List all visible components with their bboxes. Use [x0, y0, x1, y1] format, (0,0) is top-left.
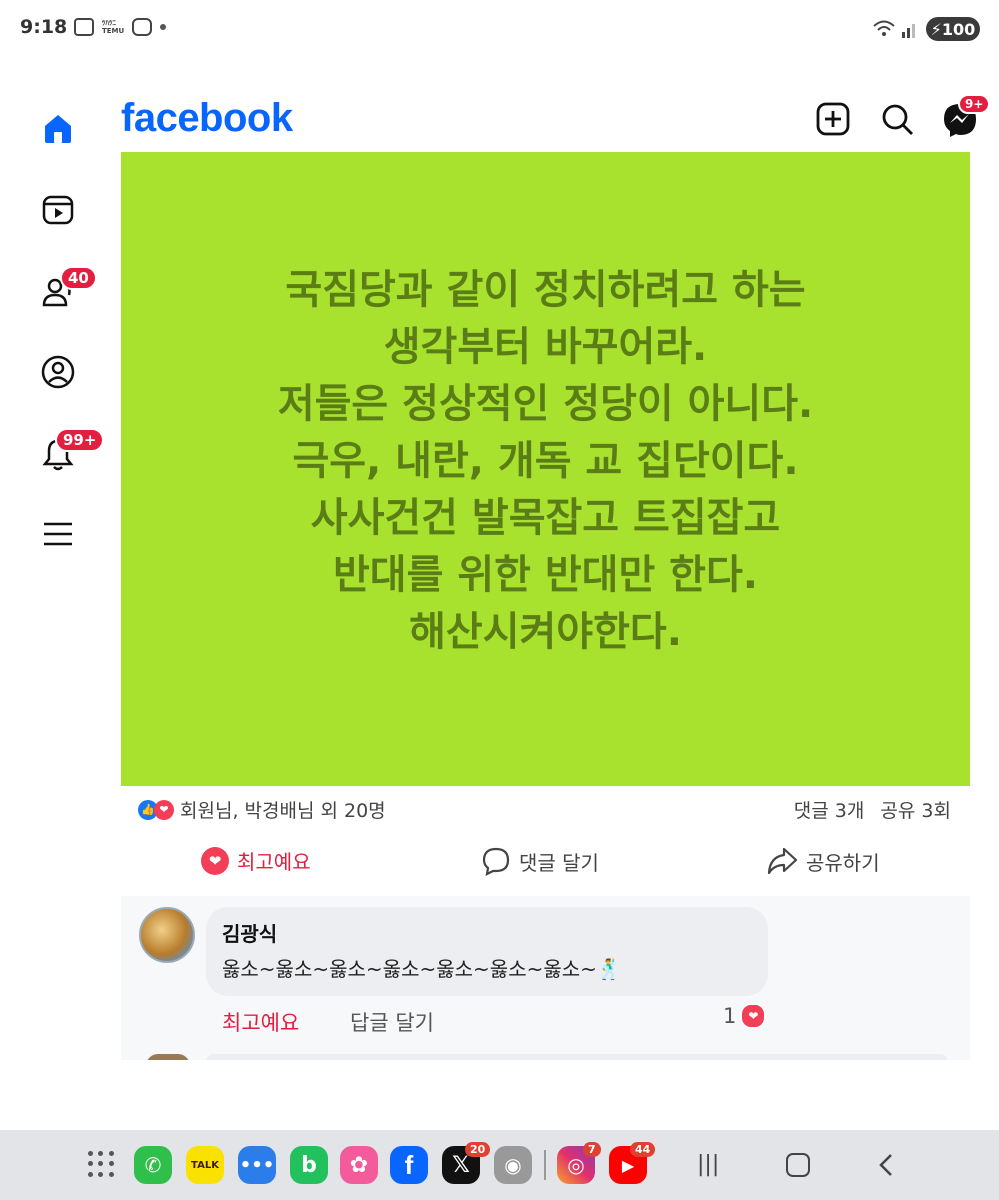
facebook-app-icon[interactable]: f	[390, 1146, 428, 1184]
facebook-logo[interactable]: facebook	[121, 96, 293, 141]
gallery-app-icon[interactable]: ✿	[340, 1146, 378, 1184]
status-notification-icons: ﾂﾊﾂﾆ TEMU	[74, 18, 167, 36]
share-button[interactable]: 공유하기	[766, 846, 880, 876]
apps-grid-icon[interactable]	[88, 1151, 116, 1179]
reactions-summary[interactable]: 👍 ❤ 회원님, 박경배님 외 20명	[138, 796, 386, 823]
nav-profile[interactable]	[38, 352, 78, 392]
friends-badge: 40	[60, 266, 97, 290]
love-icon: ❤	[201, 846, 229, 875]
notifications-badge: 99+	[55, 428, 105, 452]
love-button[interactable]: ❤ 최고예요	[201, 846, 311, 875]
shares-count[interactable]: 공유 3회	[880, 800, 951, 822]
recents-button[interactable]: |||	[697, 1152, 719, 1177]
home-button[interactable]	[786, 1153, 810, 1177]
more-notifications-dot	[160, 24, 167, 30]
post-counts: 댓글 3개 공유 3회	[794, 796, 951, 823]
reactions-text: 회원님, 박경배님 외 20명	[180, 800, 386, 822]
camera-app-icon[interactable]: ◉	[494, 1146, 532, 1184]
battery-level: 100	[941, 19, 976, 39]
comment-reaction-number: 1	[723, 1004, 737, 1028]
phone-app-icon[interactable]: ✆	[134, 1146, 172, 1184]
temu-icon: ﾂﾊﾂﾆ TEMU	[102, 19, 125, 35]
hamburger-menu-icon	[44, 522, 72, 546]
status-time: 9:18	[20, 16, 68, 38]
share-label: 공유하기	[806, 850, 880, 875]
home-icon	[45, 115, 71, 143]
band-app-icon[interactable]: b	[290, 1146, 328, 1184]
post-image[interactable]: 국짐당과 같이 정치하려고 하는 생각부터 바꾸어라. 저들은 정상적인 정당이…	[121, 152, 970, 786]
plus-square-icon	[816, 102, 850, 136]
nav-reels[interactable]	[38, 190, 78, 230]
profile-icon	[41, 355, 75, 389]
back-icon[interactable]	[876, 1152, 896, 1178]
nav-home[interactable]	[38, 108, 78, 148]
share-icon	[767, 847, 798, 875]
youtube-badge: 44	[630, 1142, 656, 1157]
love-reaction-icon: ❤	[154, 799, 174, 820]
comment-label: 댓글 달기	[519, 850, 599, 875]
blank-area	[0, 1060, 999, 1130]
post-image-text: 국짐당과 같이 정치하려고 하는 생각부터 바꾸어라. 저들은 정상적인 정당이…	[277, 266, 814, 655]
dock-divider	[544, 1150, 546, 1180]
instagram-badge: 7	[583, 1142, 601, 1157]
instagram-status-icon	[132, 18, 153, 36]
kakaotalk-app-icon[interactable]: TALK	[186, 1146, 224, 1184]
commenter-avatar[interactable]	[139, 907, 195, 963]
comments-count[interactable]: 댓글 3개	[794, 800, 865, 822]
comment-text: 옳소~옳소~옳소~옳소~옳소~옳소~옳소~🕺	[222, 957, 622, 981]
charging-icon: ⚡	[930, 19, 942, 39]
wifi-signal-icon	[873, 20, 915, 38]
comment-author[interactable]: 김광식	[222, 918, 277, 947]
comment-reaction-count[interactable]: 1 ❤	[723, 1003, 767, 1029]
love-reaction-icon: ❤	[740, 1003, 767, 1029]
video-icon	[42, 195, 74, 225]
messages-app-icon[interactable]: •••	[238, 1146, 276, 1184]
search-icon	[882, 104, 913, 135]
comment-button[interactable]: 댓글 달기	[481, 846, 599, 876]
screenshot-icon	[74, 18, 94, 36]
messenger-badge: 9+	[958, 94, 991, 114]
x-badge: 20	[465, 1142, 491, 1157]
comment-reply-button[interactable]: 답글 달기	[350, 1007, 434, 1037]
comment-icon	[482, 847, 510, 876]
battery-indicator: ⚡ 100	[926, 17, 980, 41]
comment-bubble[interactable]	[206, 907, 768, 996]
kakaotalk-label: TALK	[191, 1159, 219, 1171]
create-post-button[interactable]	[815, 101, 851, 141]
love-label: 최고예요	[237, 850, 311, 874]
comment-love-button[interactable]: 최고예요	[222, 1007, 299, 1037]
nav-menu[interactable]	[38, 514, 78, 554]
search-button[interactable]	[879, 101, 915, 141]
